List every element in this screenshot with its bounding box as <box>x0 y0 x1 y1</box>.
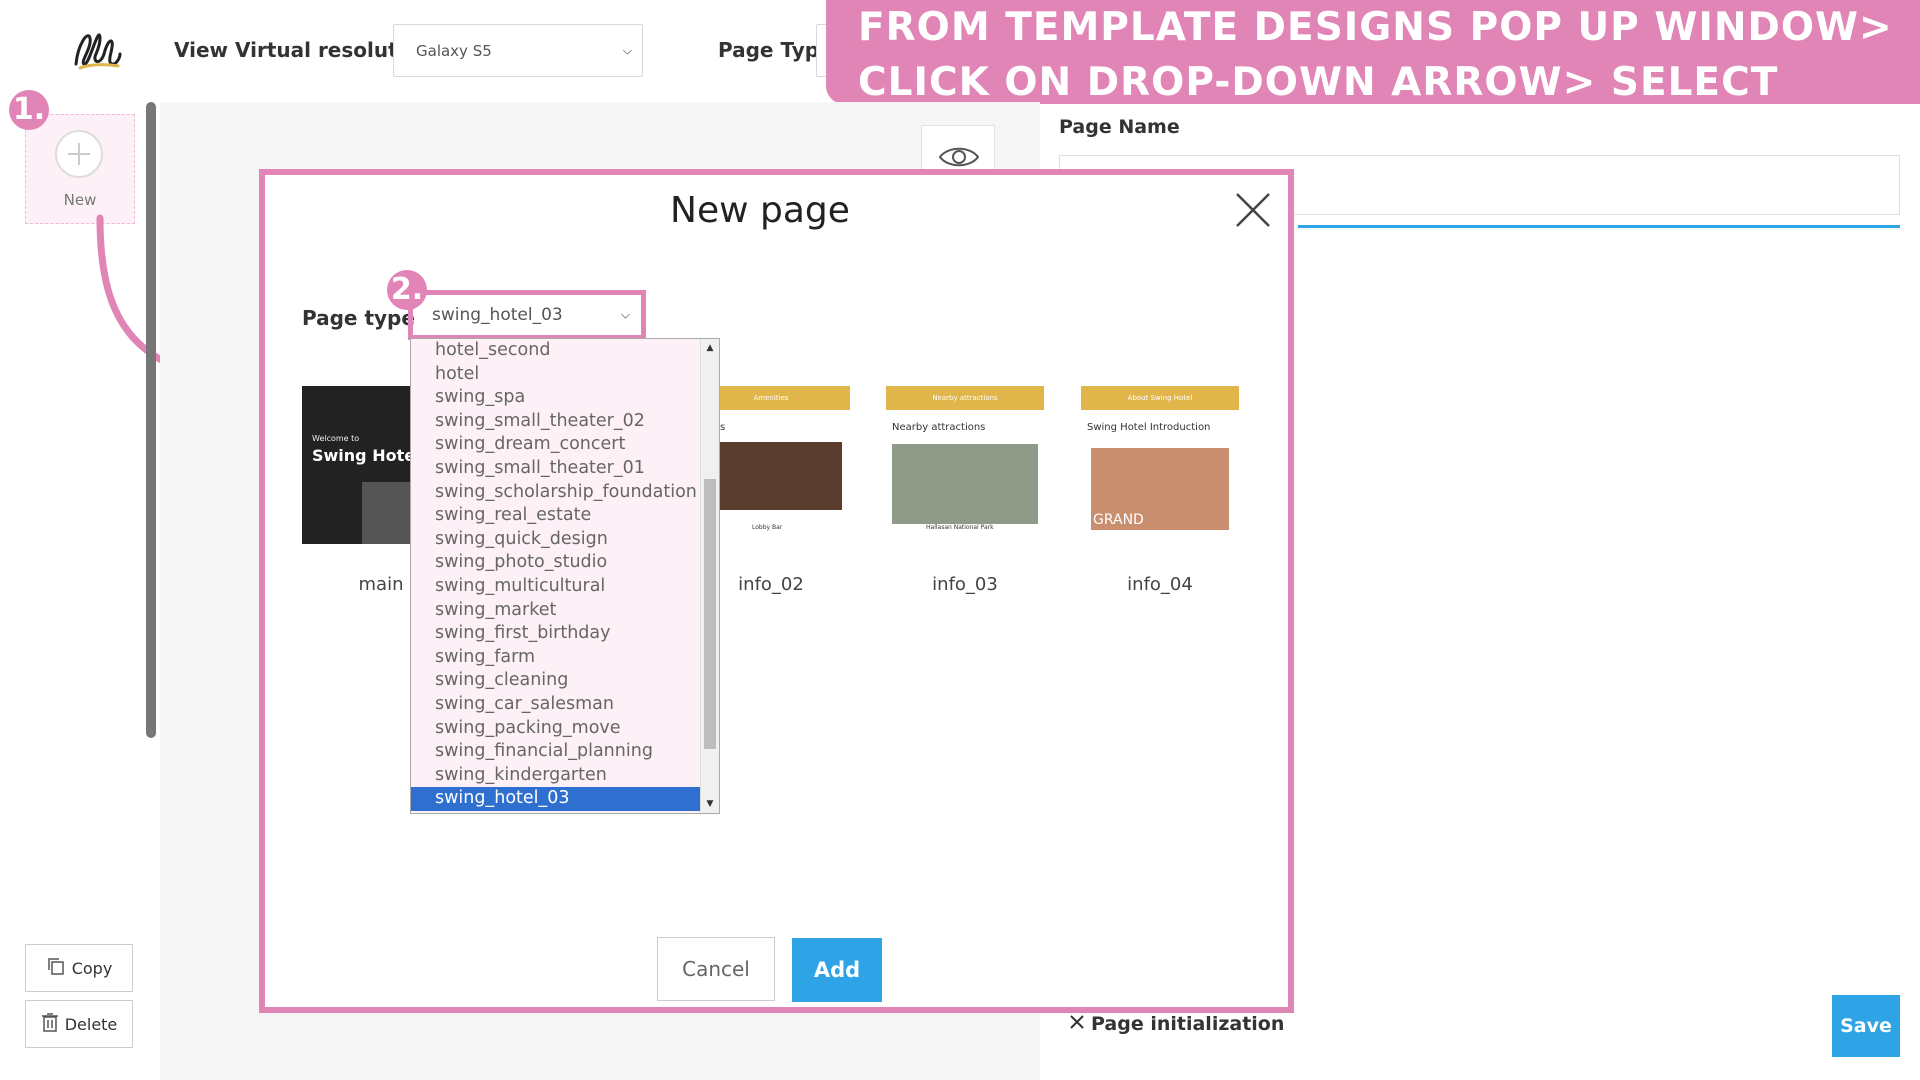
template-header: About Swing Hotel <box>1081 386 1239 410</box>
dropdown-option[interactable]: swing_dream_concert <box>411 433 719 457</box>
dropdown-option[interactable]: swing_farm <box>411 646 719 670</box>
close-icon <box>1236 193 1270 227</box>
chevron-down-icon: ⌵ <box>620 307 630 322</box>
dropdown-option[interactable]: swing_financial_planning <box>411 740 719 764</box>
copy-label: Copy <box>71 958 113 978</box>
page-type-label: Page type <box>302 306 415 330</box>
dropdown-option[interactable]: hotel <box>411 363 719 387</box>
template-card-info-04[interactable]: About Swing Hotel Swing Hotel Introducti… <box>1081 386 1239 595</box>
step-2-badge: 2. <box>387 270 427 310</box>
page-type-select-value: swing_hotel_03 <box>432 305 563 325</box>
delete-label: Delete <box>64 1014 118 1034</box>
template-card-info-03[interactable]: Nearby attractions Nearby attractions Ha… <box>886 386 1044 595</box>
dropdown-option[interactable]: swing_real_estate <box>411 504 719 528</box>
template-subcaption: Lobby Bar <box>752 524 783 531</box>
add-button[interactable]: Add <box>792 938 882 1002</box>
page-name-label: Page Name <box>1059 116 1180 138</box>
new-page-button[interactable]: New <box>25 114 135 224</box>
template-label: info_04 <box>1127 574 1193 595</box>
template-thumbnail: About Swing Hotel Swing Hotel Introducti… <box>1081 386 1239 544</box>
sidebar-scrollbar[interactable] <box>146 102 156 738</box>
dropdown-option[interactable]: swing_small_theater_02 <box>411 410 719 434</box>
trash-icon <box>41 1012 59 1036</box>
dropdown-option[interactable]: swing_market <box>411 599 719 623</box>
template-subcaption: Hallasan National Park <box>926 524 994 531</box>
scroll-down-icon[interactable]: ▼ <box>701 799 719 809</box>
dropdown-option[interactable]: swing_scholarship_foundation <box>411 481 719 505</box>
dropdown-option[interactable]: swing_cleaning <box>411 669 719 693</box>
template-header: Nearby attractions <box>886 386 1044 410</box>
dropdown-option[interactable]: swing_car_salesman <box>411 693 719 717</box>
template-subcaption: GRAND <box>1093 512 1144 528</box>
save-button[interactable]: Save <box>1832 995 1900 1057</box>
resolution-select-value: Galaxy S5 <box>416 41 492 60</box>
step-1-badge: 1. <box>9 90 49 130</box>
close-icon <box>1069 1013 1085 1035</box>
modal-close-button[interactable] <box>1233 190 1273 230</box>
template-caption: Swing Hotel Introduction <box>1087 422 1211 433</box>
dropdown-option[interactable]: swing_quick_design <box>411 528 719 552</box>
page-initialization-button[interactable]: Page initialization <box>1069 1013 1284 1035</box>
dropdown-option[interactable]: swing_hotel_03 <box>411 787 719 811</box>
dropdown-option[interactable]: swing_kindergarten <box>411 764 719 788</box>
dropdown-option[interactable]: swing_spa <box>411 386 719 410</box>
dropdown-option[interactable]: swing_first_birthday <box>411 622 719 646</box>
cancel-button[interactable]: Cancel <box>657 937 775 1001</box>
new-label: New <box>63 191 97 209</box>
copy-icon <box>46 956 66 980</box>
modal-title: New page <box>670 190 850 231</box>
template-caption-big: Swing Hotel <box>312 446 421 465</box>
copy-button[interactable]: Copy <box>25 944 133 992</box>
template-caption: Nearby attractions <box>892 422 986 433</box>
template-thumbnail: Nearby attractions Nearby attractions Ha… <box>886 386 1044 544</box>
page-type-dropdown-list[interactable]: hotel_second hotel swing_spa swing_small_th… <box>410 338 720 814</box>
dropdown-option[interactable]: swing_packing_move <box>411 717 719 741</box>
plus-icon <box>55 130 103 178</box>
template-label: info_03 <box>932 574 998 595</box>
page-type-select[interactable]: swing_hotel_03 ⌵ <box>416 298 638 332</box>
scroll-thumb[interactable] <box>704 479 716 749</box>
input-focus-underline <box>1298 225 1900 228</box>
resolution-select[interactable]: Galaxy S5 ⌵ <box>393 24 643 77</box>
dropdown-option[interactable]: swing_photo_studio <box>411 551 719 575</box>
scroll-up-icon[interactable]: ▲ <box>701 343 719 353</box>
chevron-down-icon: ⌵ <box>622 43 632 57</box>
dropdown-option[interactable]: hotel_second <box>411 339 719 363</box>
app-logo[interactable] <box>66 18 126 78</box>
instruction-banner: From template designs pop up window> cli… <box>826 0 1920 160</box>
page-init-label: Page initialization <box>1091 1013 1285 1035</box>
delete-button[interactable]: Delete <box>25 1000 133 1048</box>
dropdown-option[interactable]: swing_multicultural <box>411 575 719 599</box>
template-caption-small: Welcome to <box>312 434 360 443</box>
dropdown-option[interactable]: swing_small_theater_01 <box>411 457 719 481</box>
dropdown-scrollbar[interactable]: ▲ ▼ <box>700 339 719 813</box>
